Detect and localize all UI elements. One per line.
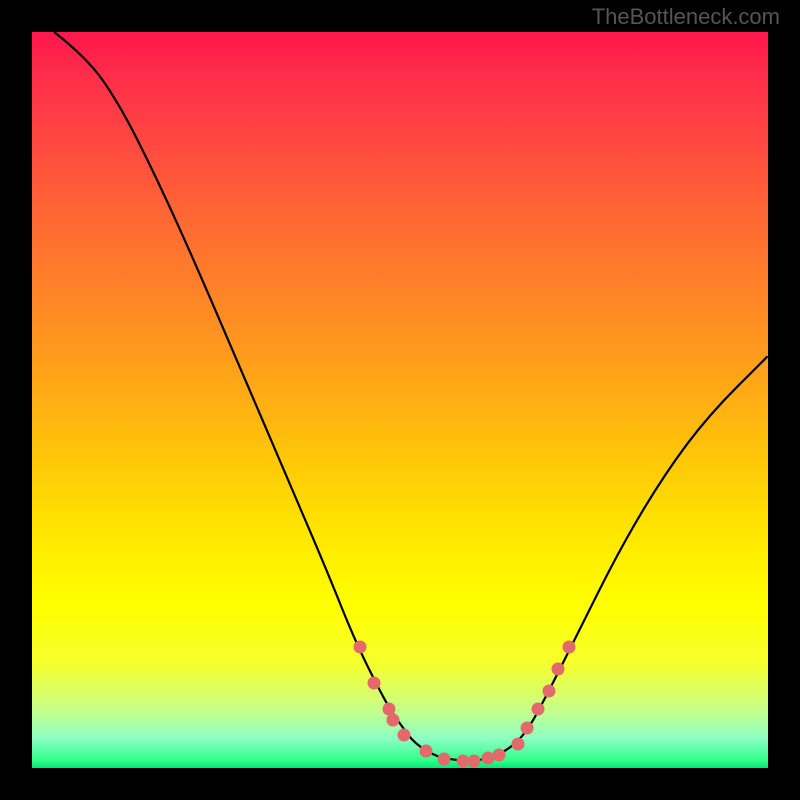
plot-area (32, 32, 768, 768)
highlight-dot (419, 745, 432, 758)
highlight-dot (438, 753, 451, 766)
highlight-dot (542, 684, 555, 697)
highlight-dot (386, 714, 399, 727)
highlight-dot (368, 677, 381, 690)
curve-svg (32, 32, 768, 768)
highlight-dot (493, 748, 506, 761)
bottleneck-curve (54, 32, 768, 761)
highlight-dot (353, 640, 366, 653)
watermark-text: TheBottleneck.com (592, 4, 780, 30)
highlight-dot (520, 721, 533, 734)
highlight-dot (397, 728, 410, 741)
highlight-dot (532, 703, 545, 716)
highlight-dot (563, 640, 576, 653)
highlight-dot (511, 737, 524, 750)
highlight-dot (467, 754, 480, 767)
highlight-dot (552, 662, 565, 675)
